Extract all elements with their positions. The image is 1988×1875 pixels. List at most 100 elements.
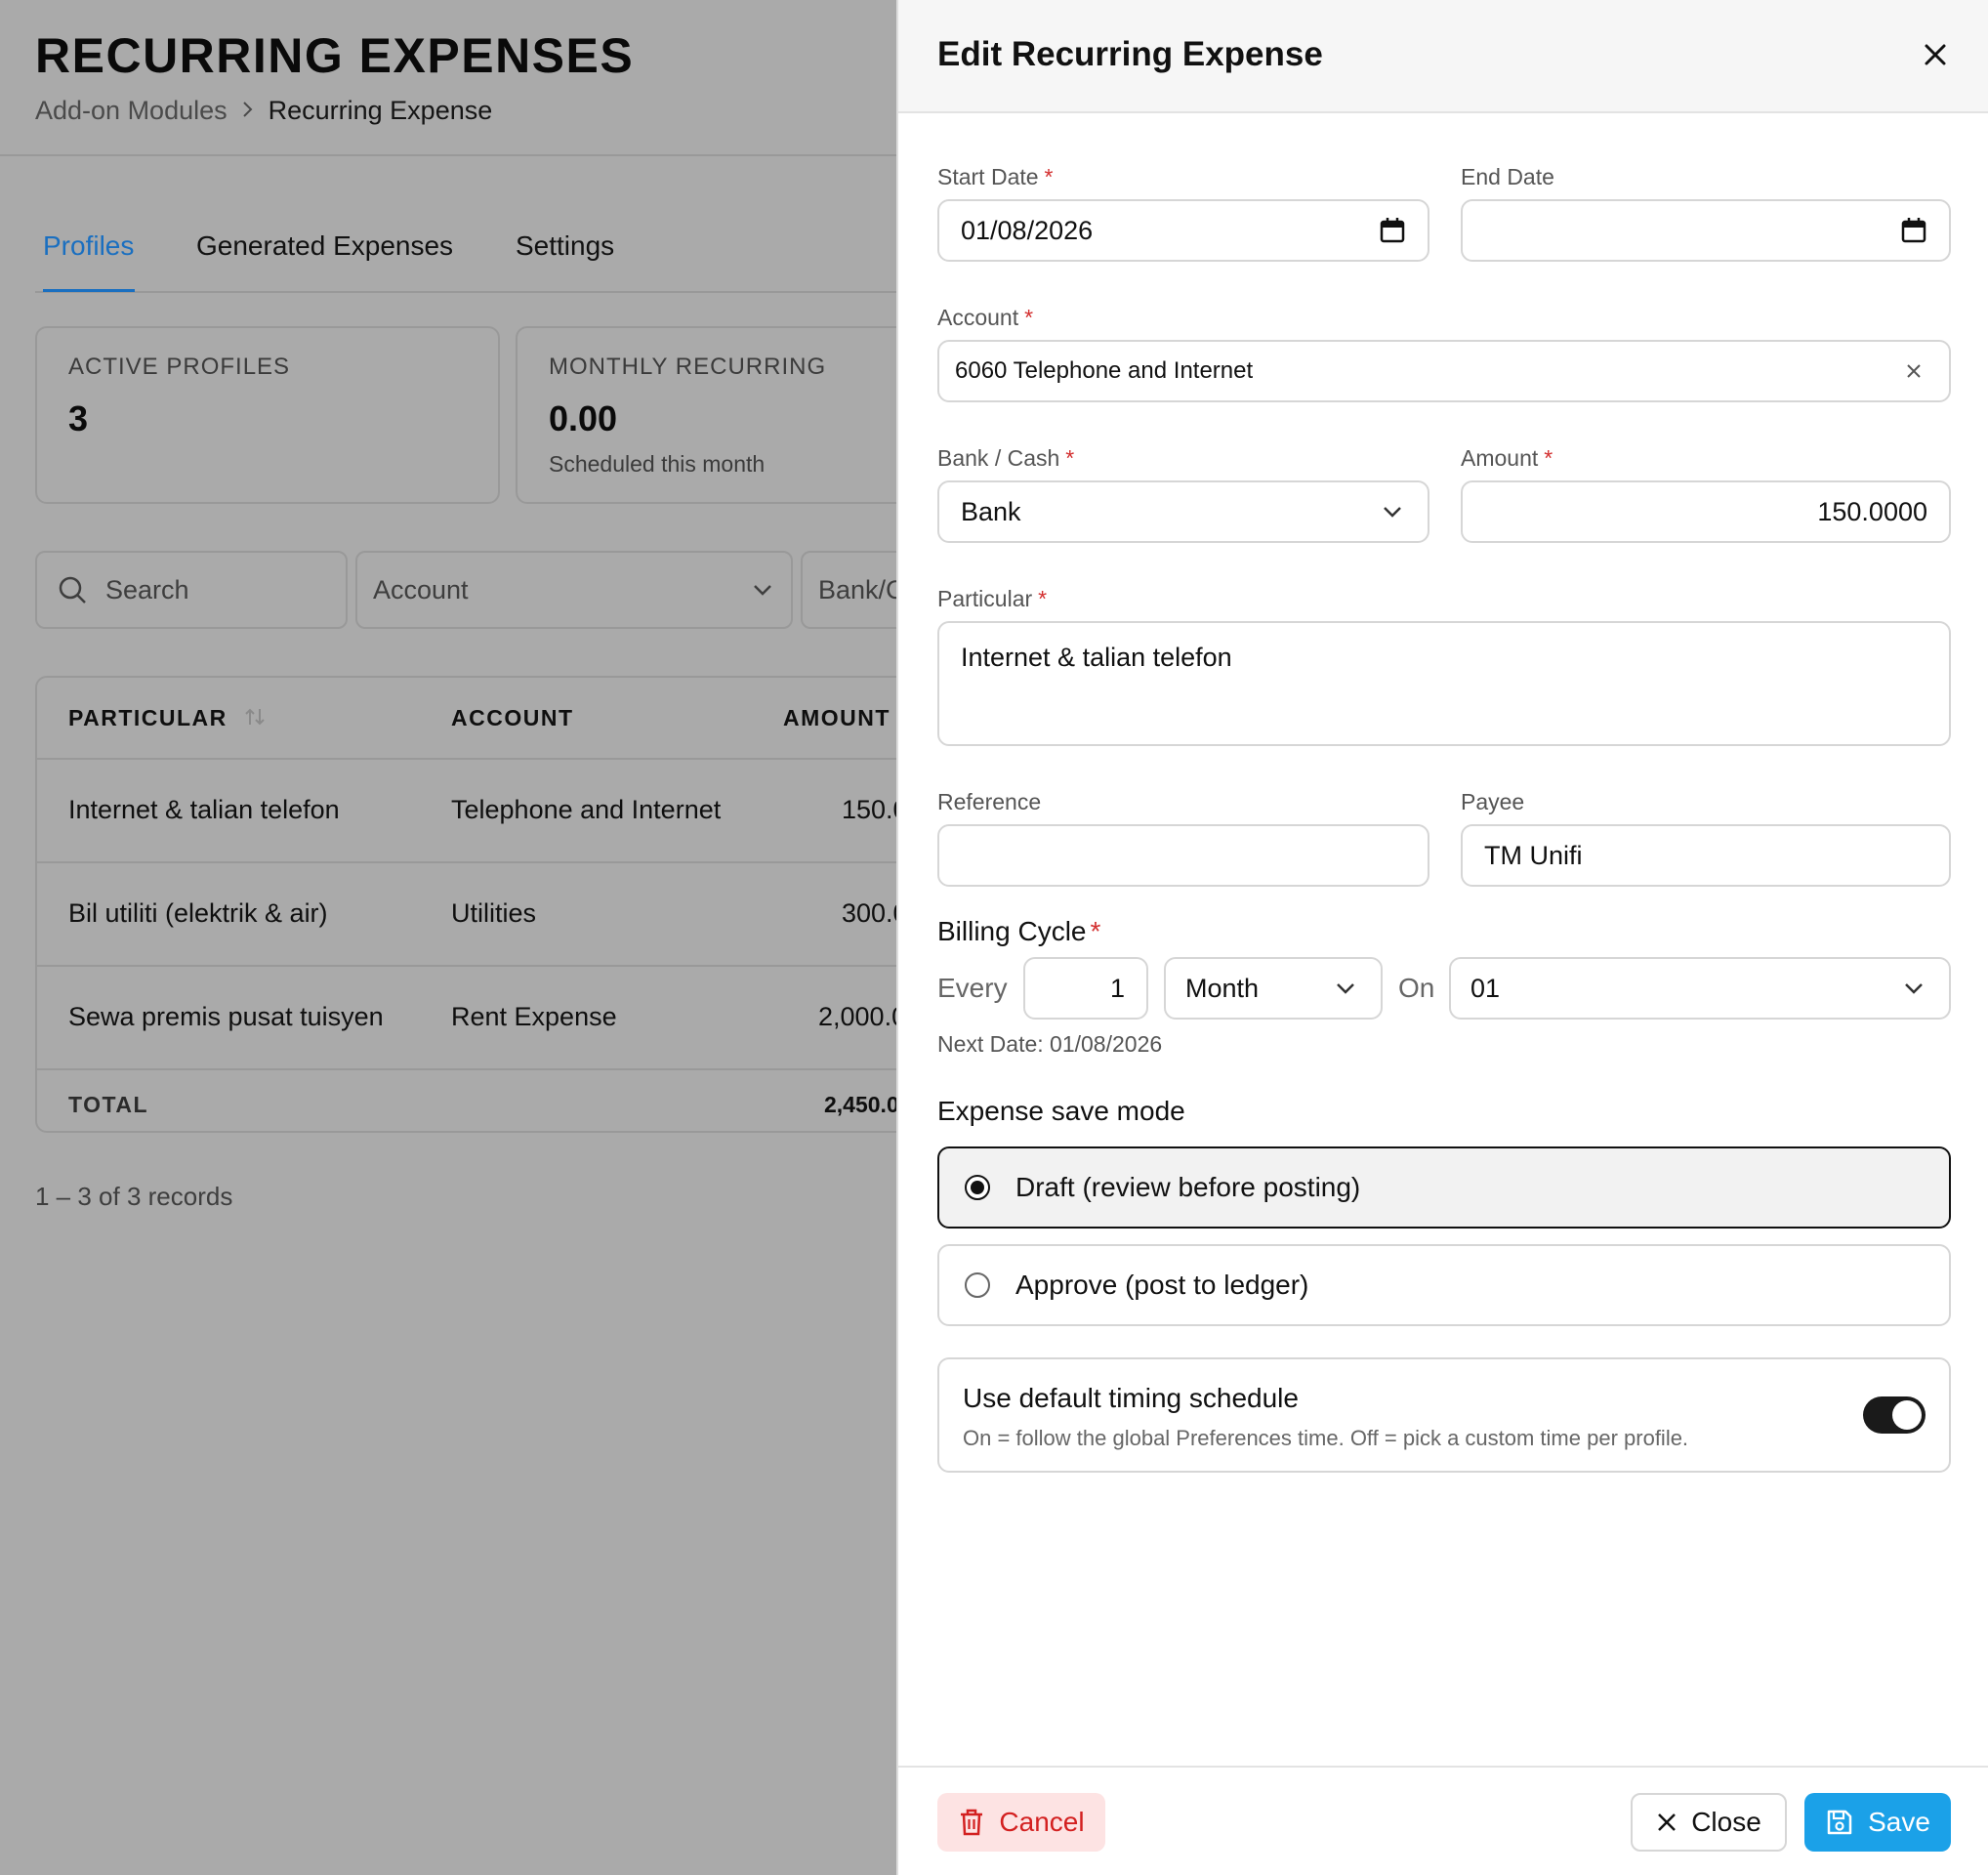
search-icon [57,574,88,605]
bank-cash-select[interactable]: Bank [937,480,1429,543]
chevron-down-icon [1330,973,1361,1004]
timing-schedule-card: Use default timing schedule On = follow … [937,1357,1951,1473]
bank-cash-label: Bank / Cash * [937,445,1075,471]
stat-subtext: Scheduled this month [549,451,766,477]
breadcrumb-item-modules[interactable]: Add-on Modules [35,96,228,126]
cell-particular: Sewa premis pusat tuisyen [68,1002,384,1031]
total-label: TOTAL [68,1092,149,1117]
background-page: RECURRING EXPENSES Add-on Modules Recurr… [0,0,896,1875]
particular-textarea[interactable]: Internet & talian telefon [937,621,1951,746]
drawer-title: Edit Recurring Expense [937,35,1323,73]
start-date-value: 01/08/2026 [961,215,1094,245]
save-mode-approve-option[interactable]: Approve (post to ledger) [937,1244,1951,1326]
timing-schedule-title: Use default timing schedule [963,1383,1299,1413]
account-value: 6060 Telephone and Internet [955,357,1254,384]
every-input[interactable]: 1 [1023,957,1148,1020]
total-value: 2,450.00 [824,1092,896,1117]
profiles-table: PARTICULAR ACCOUNT AMOUNT Internet & tal… [35,676,896,1133]
drawer-header: Edit Recurring Expense [898,0,1988,113]
amount-value: 150.0000 [1817,496,1927,526]
cell-amount: 300.00 [842,898,896,928]
save-label: Save [1868,1807,1930,1837]
timing-schedule-toggle[interactable] [1863,1396,1926,1434]
records-count: 1 – 3 of 3 records [35,1182,233,1211]
column-header-account[interactable]: ACCOUNT [451,705,574,731]
tab-generated-expenses[interactable]: Generated Expenses [196,230,453,262]
column-header-particular[interactable]: PARTICULAR [68,705,267,733]
particular-value: Internet & talian telefon [961,643,1232,672]
timing-schedule-description: On = follow the global Preferences time.… [963,1426,1689,1450]
search-input[interactable]: Search [35,551,348,629]
every-label: Every [937,973,1008,1003]
account-filter-select[interactable]: Account [355,551,793,629]
period-select[interactable]: Month [1164,957,1383,1020]
bank-filter-select[interactable]: Bank/Cash [801,551,896,629]
close-icon[interactable] [1916,35,1955,74]
payee-input[interactable]: TM Unifi [1461,824,1951,887]
reference-input[interactable] [937,824,1429,887]
clear-icon[interactable] [1898,355,1929,387]
page-title: RECURRING EXPENSES [35,28,635,83]
table-total-row: TOTAL 2,450.00 [37,1072,896,1131]
on-label: On [1398,973,1435,1003]
calendar-icon[interactable] [1377,215,1408,246]
table-row[interactable]: Sewa premis pusat tuisyen Rent Expense 2… [37,967,896,1070]
close-label: Close [1691,1807,1761,1837]
on-day-value: 01 [1470,973,1501,1003]
save-mode-draft-label: Draft (review before posting) [1015,1172,1361,1202]
sort-icon[interactable] [243,706,267,733]
tab-settings[interactable]: Settings [516,230,614,262]
close-button[interactable]: Close [1631,1793,1787,1852]
period-value: Month [1185,973,1260,1003]
on-day-select[interactable]: 01 [1449,957,1951,1020]
cell-account: Utilities [451,898,537,928]
tab-active-indicator [43,289,135,292]
chevron-down-icon [752,583,773,597]
bank-filter-placeholder: Bank/Cash [818,574,896,604]
stat-label: ACTIVE PROFILES [68,354,291,380]
account-select[interactable]: 6060 Telephone and Internet [937,340,1951,402]
account-label: Account * [937,305,1034,330]
cell-amount: 150.00 [842,795,896,824]
save-icon [1825,1808,1854,1837]
radio-button-selected[interactable] [965,1175,990,1200]
cell-account: Telephone and Internet [451,795,722,824]
table-row[interactable]: Internet & talian telefon Telephone and … [37,760,896,863]
cell-particular: Internet & talian telefon [68,795,340,824]
chevron-down-icon [1898,973,1929,1004]
column-header-amount[interactable]: AMOUNT [783,705,890,731]
account-filter-placeholder: Account [373,574,469,604]
bank-cash-value: Bank [961,496,1021,526]
save-mode-label: Expense save mode [937,1096,1185,1126]
calendar-icon[interactable] [1898,215,1929,246]
edit-drawer: Edit Recurring Expense Start Date * 01/08… [896,0,1988,1875]
amount-input[interactable]: 150.0000 [1461,480,1951,543]
start-date-label: Start Date * [937,164,1054,189]
amount-label: Amount * [1461,445,1553,471]
stat-card-monthly-recurring: MONTHLY RECURRING 0.00 Scheduled this mo… [516,326,896,504]
cancel-button[interactable]: Cancel [937,1793,1105,1852]
cell-amount: 2,000.00 [818,1002,896,1031]
payee-label: Payee [1461,789,1525,814]
search-placeholder: Search [105,574,189,604]
breadcrumb-item-current: Recurring Expense [268,96,493,125]
stat-label: MONTHLY RECURRING [549,354,827,380]
drawer-footer: Cancel Close Save [898,1766,1988,1875]
billing-cycle-label: Billing Cycle * [937,916,1101,946]
tab-bar: Profiles Generated Expenses Settings [35,221,896,293]
close-icon [1656,1812,1677,1833]
chevron-down-icon [1377,496,1408,527]
radio-button[interactable] [965,1272,990,1298]
table-row[interactable]: Bil utiliti (elektrik & air) Utilities 3… [37,863,896,967]
cancel-label: Cancel [999,1807,1085,1837]
page-header: RECURRING EXPENSES Add-on Modules Recurr… [0,0,896,156]
payee-value: TM Unifi [1484,840,1583,870]
start-date-input[interactable]: 01/08/2026 [937,199,1429,262]
trash-icon [958,1808,985,1837]
end-date-input[interactable] [1461,199,1951,262]
save-button[interactable]: Save [1804,1793,1951,1852]
particular-label: Particular * [937,586,1048,611]
tab-profiles[interactable]: Profiles [43,230,134,262]
save-mode-approve-label: Approve (post to ledger) [1015,1270,1309,1300]
save-mode-draft-option[interactable]: Draft (review before posting) [937,1146,1951,1229]
